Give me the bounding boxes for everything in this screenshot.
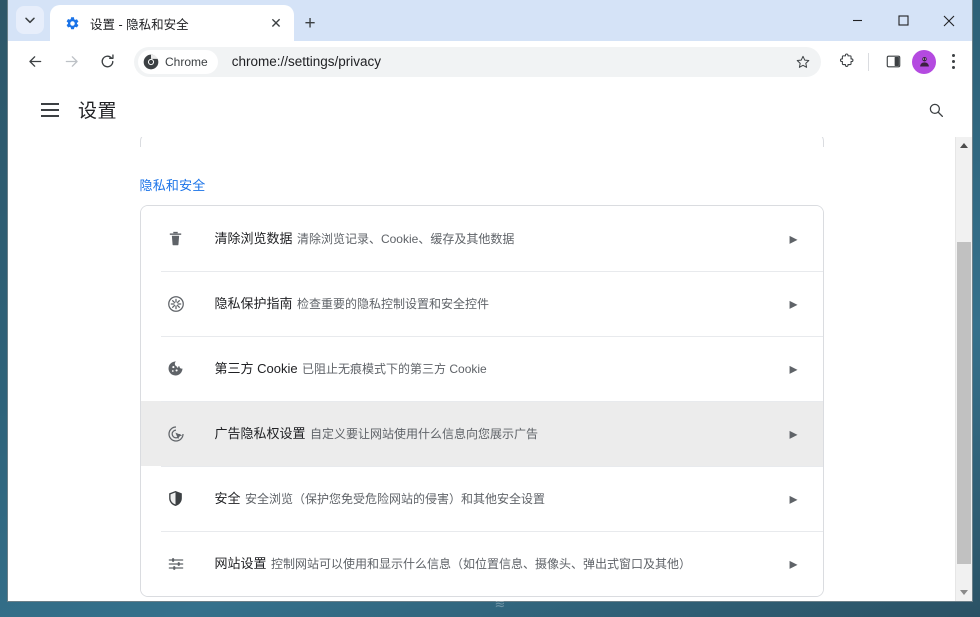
back-arrow-icon <box>28 56 41 67</box>
tab-close-button[interactable]: ✕ <box>266 13 286 33</box>
close-button[interactable] <box>926 0 972 41</box>
profile-avatar[interactable] <box>912 49 936 74</box>
forward-button[interactable] <box>56 47 86 77</box>
settings-row-text: 第三方 Cookie 已阻止无痕模式下的第三方 Cookie <box>215 359 783 379</box>
settings-row-privacy-guide[interactable]: 隐私保护指南 检查重要的隐私控制设置和安全控件 ▸ <box>140 271 823 336</box>
privacy-settings-card: 清除浏览数据 清除浏览记录、Cookie、缓存及其他数据 ▸ 隐私保护指南 检查… <box>139 205 824 597</box>
hamburger-menu-icon <box>41 108 59 111</box>
settings-row-title: 网站设置 <box>214 555 267 571</box>
settings-row-title: 广告隐私权设置 <box>214 425 306 441</box>
browser-window: 设置 - 隐私和安全 ✕ + Chrome chrome://settings/… <box>8 0 972 601</box>
three-dot-menu-icon <box>951 54 955 57</box>
settings-content-area: 隐私和安全 清除浏览数据 清除浏览记录、Cookie、缓存及其他数据 ▸ 隐私保… <box>8 137 972 601</box>
settings-row-subtitle: 自定义要让网站使用什么信息向您展示广告 <box>309 426 538 441</box>
chevron-right-icon: ▸ <box>789 555 798 573</box>
vertical-scrollbar[interactable] <box>955 137 972 601</box>
shield-icon <box>161 489 191 508</box>
settings-search-button[interactable] <box>918 92 954 128</box>
address-bar-url[interactable]: chrome://settings/privacy <box>232 54 789 69</box>
settings-header: 设置 <box>8 82 972 137</box>
profile-avatar-icon <box>919 56 929 67</box>
scroll-down-arrow-icon[interactable] <box>956 584 972 601</box>
reload-button[interactable] <box>92 47 122 77</box>
ad-privacy-icon <box>161 424 191 444</box>
settings-row-title: 第三方 Cookie <box>214 360 298 376</box>
settings-row-subtitle: 控制网站可以使用和显示什么信息（如位置信息、摄像头、弹出式窗口及其他） <box>270 556 691 571</box>
chrome-logo-icon <box>143 54 159 70</box>
settings-row-text: 广告隐私权设置 自定义要让网站使用什么信息向您展示广告 <box>215 424 783 444</box>
minimize-icon <box>852 19 862 22</box>
privacy-guide-icon <box>161 294 191 314</box>
desktop-taskbar-glyph: ≋ <box>494 596 506 611</box>
search-icon <box>929 103 944 117</box>
extensions-button[interactable] <box>831 47 861 77</box>
settings-row-clear-browsing-data[interactable]: 清除浏览数据 清除浏览记录、Cookie、缓存及其他数据 ▸ <box>140 206 823 271</box>
close-icon <box>943 15 955 26</box>
settings-gear-icon <box>64 15 80 31</box>
cookie-icon <box>161 359 191 378</box>
three-dot-menu-icon <box>951 60 955 63</box>
settings-row-text: 隐私保护指南 检查重要的隐私控制设置和安全控件 <box>215 294 783 314</box>
settings-row-third-party-cookies[interactable]: 第三方 Cookie 已阻止无痕模式下的第三方 Cookie ▸ <box>140 336 823 401</box>
toolbar-divider <box>868 52 869 71</box>
chevron-down-icon <box>25 17 35 24</box>
settings-row-security[interactable]: 安全 安全浏览（保护您免受危险网站的侵害）和其他安全设置 ▸ <box>140 466 823 531</box>
settings-row-subtitle: 检查重要的隐私控制设置和安全控件 <box>296 296 489 311</box>
settings-row-title: 安全 <box>214 490 241 506</box>
chevron-right-icon: ▸ <box>789 425 798 443</box>
back-button[interactable] <box>20 47 50 77</box>
site-settings-sliders-icon <box>161 554 191 574</box>
trash-icon <box>161 229 191 248</box>
chevron-right-icon: ▸ <box>789 230 798 248</box>
maximize-button[interactable] <box>880 0 926 41</box>
settings-row-title: 清除浏览数据 <box>214 230 293 246</box>
settings-row-title: 隐私保护指南 <box>214 295 293 311</box>
hamburger-menu-icon <box>41 102 59 105</box>
chevron-right-icon: ▸ <box>789 360 798 378</box>
side-panel-button[interactable] <box>878 47 908 77</box>
minimize-button[interactable] <box>834 0 880 41</box>
new-tab-button[interactable]: + <box>296 9 324 37</box>
chevron-right-icon: ▸ <box>789 490 798 508</box>
bookmark-star-icon <box>796 55 810 68</box>
settings-row-site-settings[interactable]: 网站设置 控制网站可以使用和显示什么信息（如位置信息、摄像头、弹出式窗口及其他）… <box>140 531 823 596</box>
settings-row-text: 清除浏览数据 清除浏览记录、Cookie、缓存及其他数据 <box>215 229 783 249</box>
three-dot-menu-icon <box>951 66 955 69</box>
hamburger-menu-icon <box>41 114 59 117</box>
extensions-puzzle-icon <box>839 53 853 67</box>
settings-row-list: 清除浏览数据 清除浏览记录、Cookie、缓存及其他数据 ▸ 隐私保护指南 检查… <box>140 206 823 596</box>
browser-toolbar: Chrome chrome://settings/privacy <box>8 41 972 82</box>
previous-section-card-partial <box>139 137 824 147</box>
settings-row-text: 网站设置 控制网站可以使用和显示什么信息（如位置信息、摄像头、弹出式窗口及其他） <box>215 554 783 574</box>
settings-row-subtitle: 清除浏览记录、Cookie、缓存及其他数据 <box>296 231 515 246</box>
tab-search-button[interactable] <box>16 6 44 34</box>
section-title: 隐私和安全 <box>139 178 206 193</box>
settings-row-subtitle: 已阻止无痕模式下的第三方 Cookie <box>302 361 487 376</box>
settings-row-text: 安全 安全浏览（保护您免受危险网站的侵害）和其他安全设置 <box>215 489 783 509</box>
scroll-up-arrow-icon[interactable] <box>956 137 972 154</box>
page-title: 设置 <box>78 101 118 122</box>
tab-strip: 设置 - 隐私和安全 ✕ + <box>8 0 972 41</box>
settings-row-ad-privacy[interactable]: 广告隐私权设置 自定义要让网站使用什么信息向您展示广告 ▸ <box>140 401 823 466</box>
settings-scroll-region: 隐私和安全 清除浏览数据 清除浏览记录、Cookie、缓存及其他数据 ▸ 隐私保… <box>8 137 955 601</box>
side-panel-icon <box>886 55 900 68</box>
maximize-icon <box>897 15 909 26</box>
browser-menu-button[interactable] <box>940 47 966 77</box>
chrome-chip-label: Chrome <box>165 54 208 69</box>
omnibox[interactable]: Chrome chrome://settings/privacy <box>134 46 821 77</box>
bookmark-star-button[interactable] <box>789 48 817 76</box>
forward-arrow-icon <box>65 56 78 67</box>
settings-menu-button[interactable] <box>32 92 68 128</box>
chrome-origin-chip[interactable]: Chrome <box>138 49 218 74</box>
window-controls <box>834 0 972 41</box>
settings-row-subtitle: 安全浏览（保护您免受危险网站的侵害）和其他安全设置 <box>244 491 545 506</box>
browser-tab[interactable]: 设置 - 隐私和安全 ✕ <box>50 5 294 41</box>
tab-title: 设置 - 隐私和安全 <box>90 17 189 32</box>
reload-icon <box>101 54 114 68</box>
chevron-right-icon: ▸ <box>789 295 798 313</box>
scrollbar-thumb[interactable] <box>957 242 971 564</box>
